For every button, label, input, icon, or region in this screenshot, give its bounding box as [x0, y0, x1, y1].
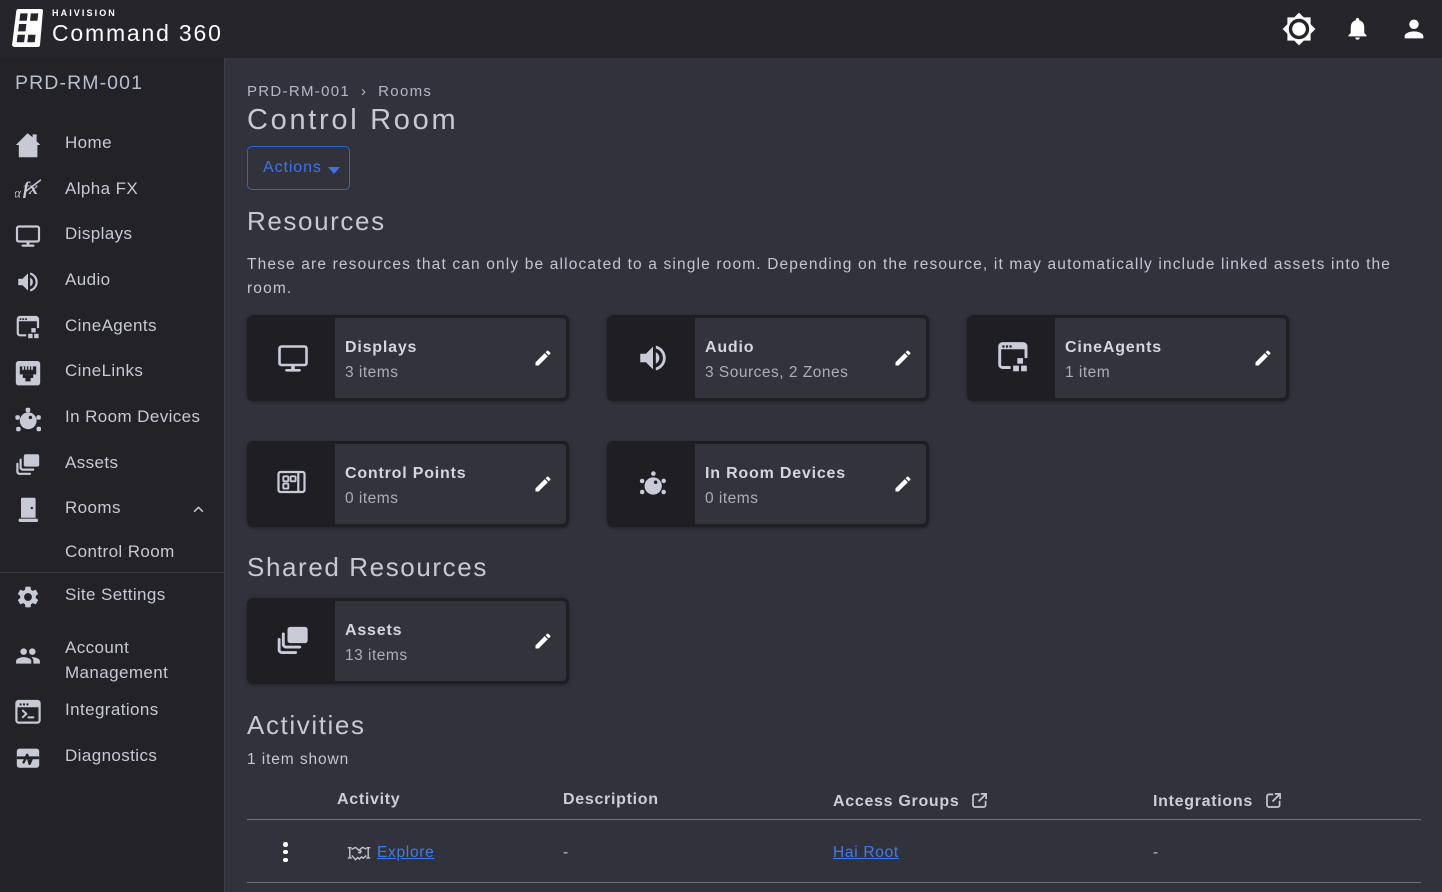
svg-text:α: α — [15, 185, 22, 200]
